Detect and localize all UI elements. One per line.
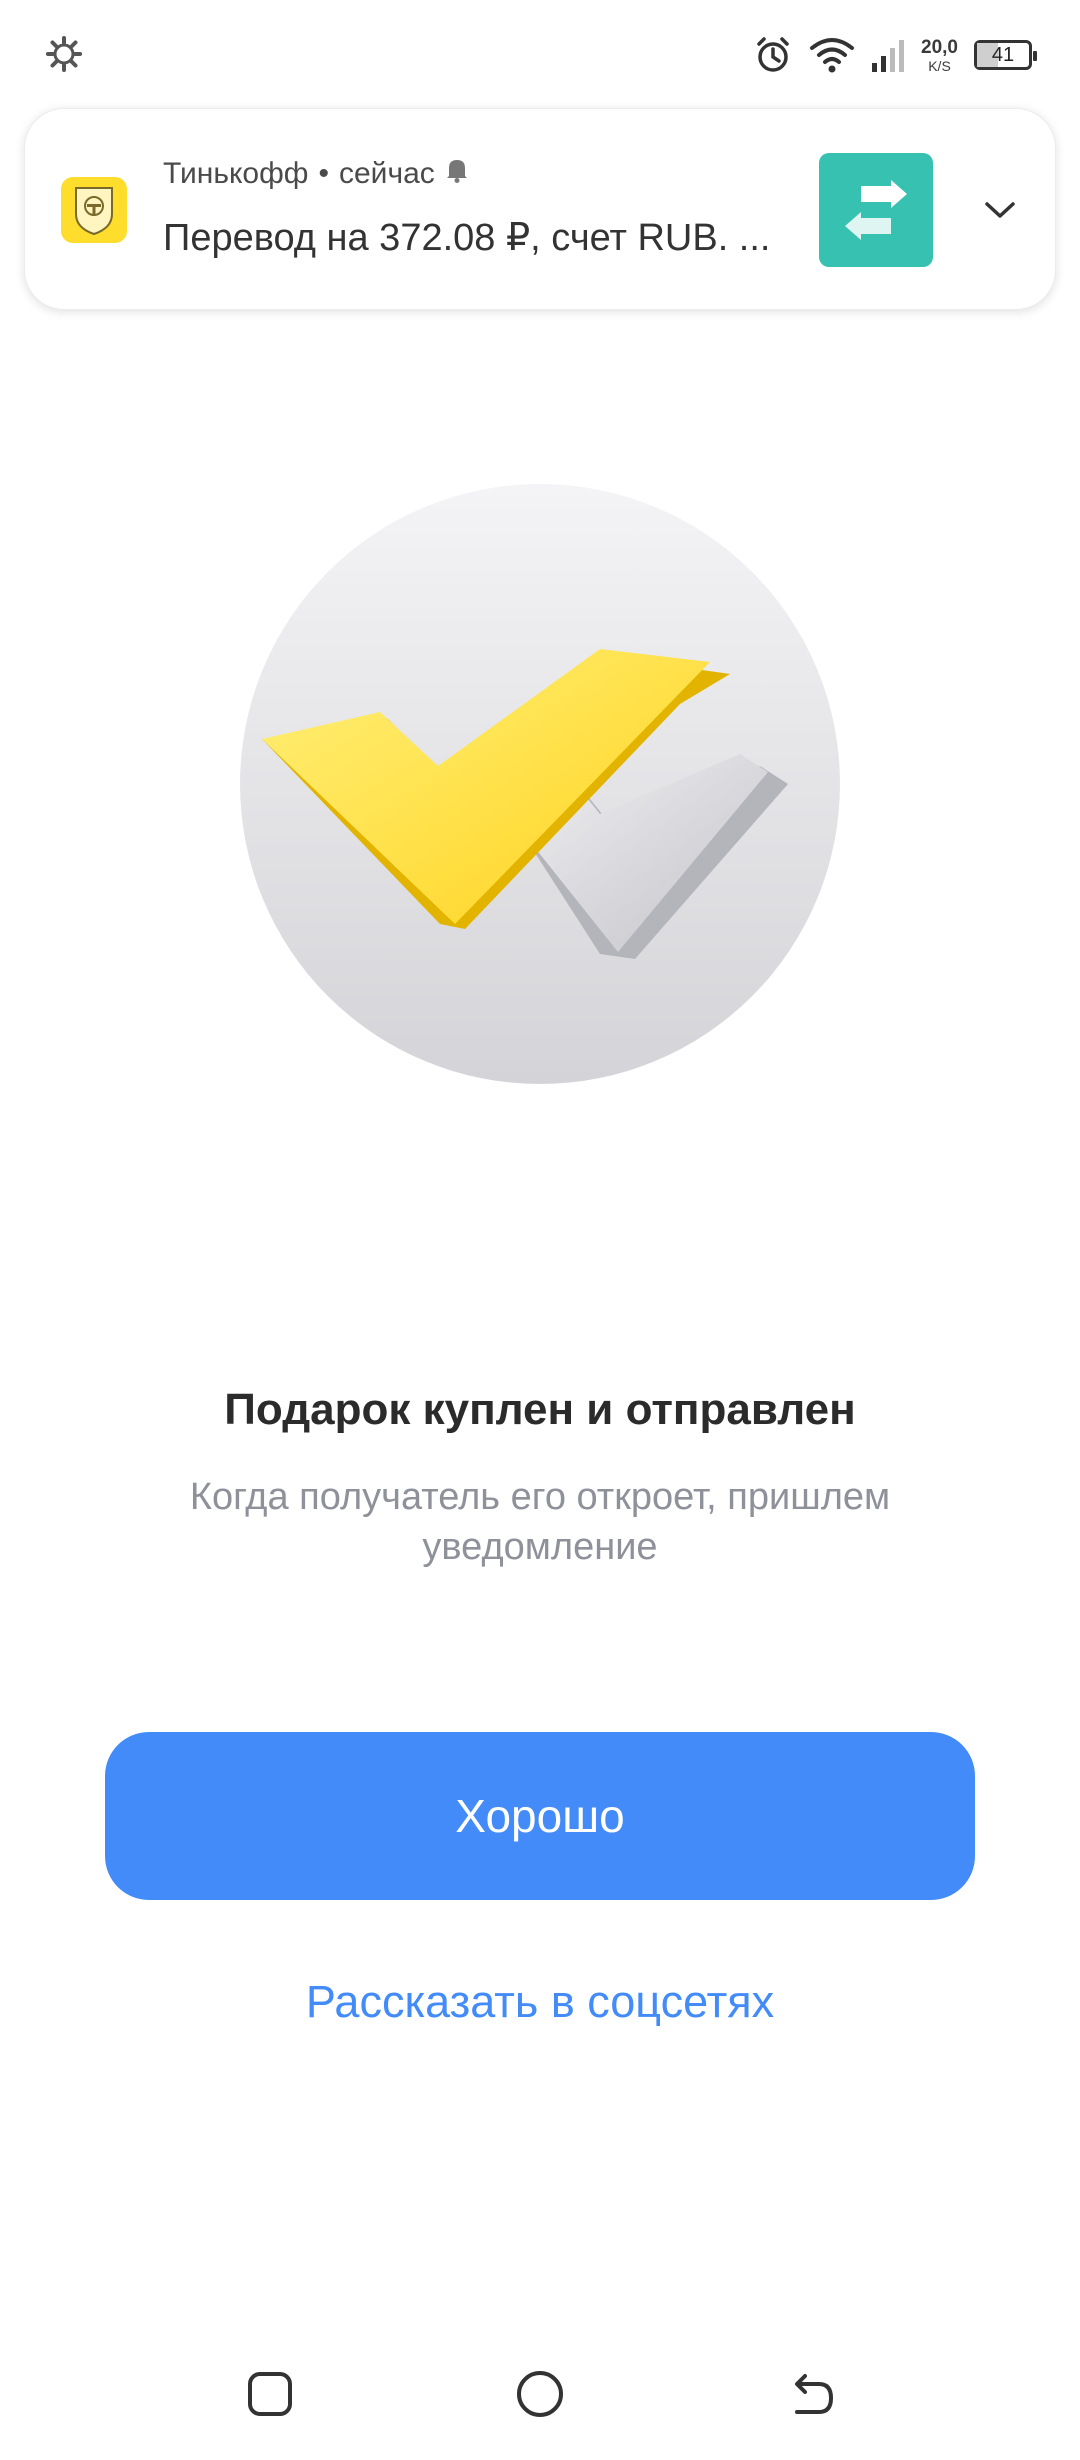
battery-icon: 41 <box>974 40 1037 70</box>
notification-body: Перевод на 372.08 ₽, счет RUB. ... <box>163 217 771 259</box>
network-speed-unit: K/S <box>928 57 951 74</box>
system-navigation-bar <box>0 2340 1080 2440</box>
home-circle-icon[interactable] <box>510 2364 570 2424</box>
bell-icon <box>445 157 469 191</box>
recents-square-icon[interactable] <box>240 2364 300 2424</box>
tinkoff-app-icon <box>61 177 127 243</box>
share-social-link[interactable]: Рассказать в соцсетях <box>0 1976 1080 2028</box>
alarm-icon <box>753 35 793 75</box>
notification-app-name: Тинькофф <box>163 157 309 190</box>
notification-header: Тинькофф • сейчас <box>163 157 469 191</box>
battery-level: 41 <box>991 43 1015 66</box>
notification-card[interactable]: Тинькофф • сейчас Перевод на 372.08 ₽, с… <box>24 108 1056 310</box>
back-arrow-icon[interactable] <box>782 2364 842 2424</box>
network-speed: 20,0 K/S <box>921 38 958 73</box>
notification-time: сейчас <box>339 157 435 190</box>
transfer-arrows-icon <box>819 153 933 267</box>
network-speed-value: 20,0 <box>921 36 958 58</box>
page-title: Подарок куплен и отправлен <box>224 1385 856 1434</box>
settings-gear-icon <box>44 34 88 78</box>
wifi-icon <box>809 36 855 74</box>
ok-button[interactable]: Хорошо <box>105 1732 975 1900</box>
notification-separator: • <box>318 157 329 190</box>
status-bar: 20,0 K/S 41 <box>0 0 1080 100</box>
chevron-down-icon[interactable] <box>975 185 1025 235</box>
page-subtitle: Когда получатель его откроет, пришлем ув… <box>189 1476 891 1568</box>
gift-success-illustration <box>240 484 840 1084</box>
signal-icon <box>871 37 905 73</box>
